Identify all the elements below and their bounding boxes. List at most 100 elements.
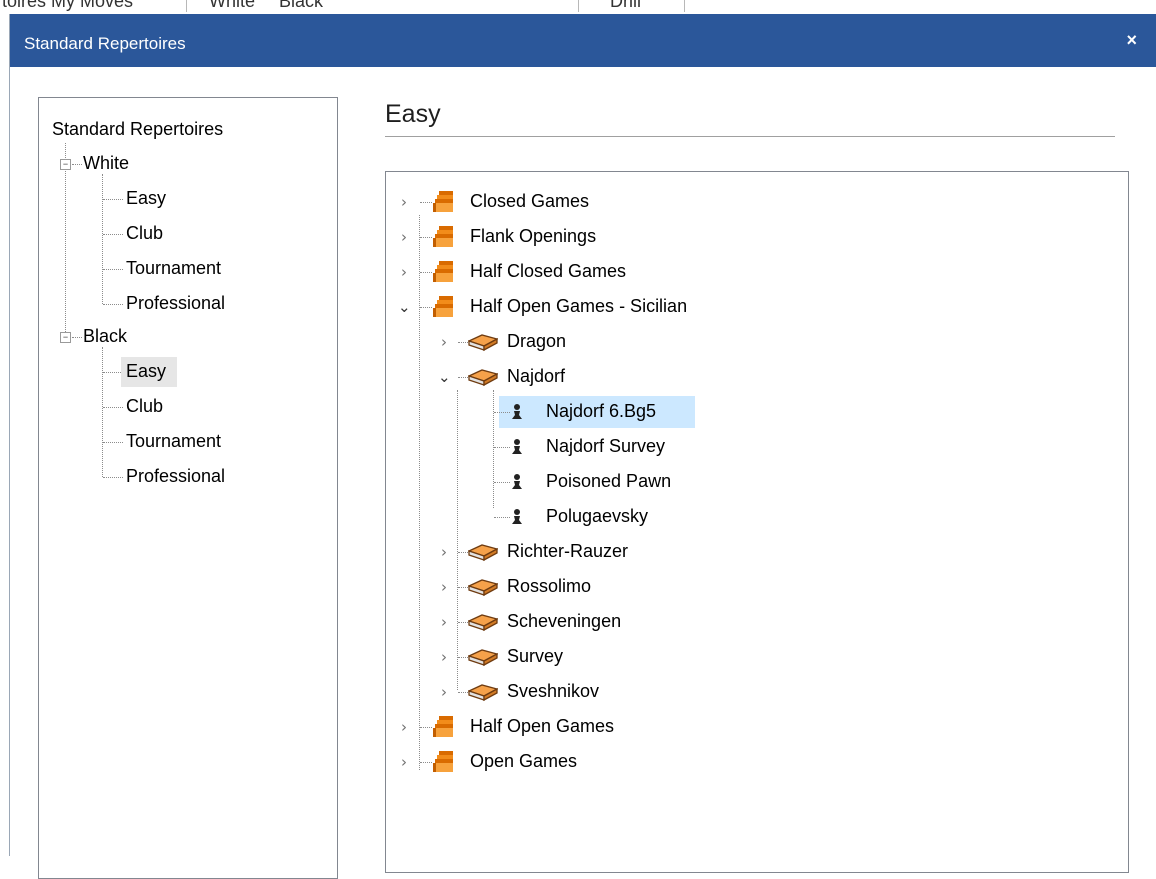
tree-line xyxy=(494,482,510,483)
tree-leaf-polugaevsky[interactable]: Polugaevsky xyxy=(546,505,648,527)
chevron-down-icon[interactable]: ⌄ xyxy=(398,298,411,316)
tree-line xyxy=(457,390,458,690)
tree-group-black[interactable]: Black xyxy=(83,325,127,347)
tree-line xyxy=(458,692,468,693)
tree-subcategory-rossolimo[interactable]: Rossolimo xyxy=(507,575,591,597)
tree-item-white-club[interactable]: Club xyxy=(126,222,163,244)
chevron-right-icon[interactable]: › xyxy=(401,228,407,246)
tree-item-black-club[interactable]: Club xyxy=(126,395,163,417)
tree-item-white-professional[interactable]: Professional xyxy=(126,292,225,314)
chevron-right-icon[interactable]: › xyxy=(441,333,447,351)
tree-line xyxy=(420,727,432,728)
tree-category-flank-openings[interactable]: Flank Openings xyxy=(470,225,596,247)
chevron-right-icon[interactable]: › xyxy=(441,648,447,666)
tree-category-half-open-games[interactable]: Half Open Games xyxy=(470,715,614,737)
chevron-right-icon[interactable]: › xyxy=(401,193,407,211)
collapse-toggle-black[interactable]: − xyxy=(60,332,71,343)
tree-line xyxy=(103,234,123,235)
book-stack-icon xyxy=(433,225,455,254)
tree-subcategory-richter-rauzer[interactable]: Richter-Rauzer xyxy=(507,540,628,562)
tree-item-white-tournament[interactable]: Tournament xyxy=(126,257,221,279)
page-title: Easy xyxy=(385,100,441,128)
book-stack-icon xyxy=(433,260,455,289)
tree-subcategory-najdorf[interactable]: Najdorf xyxy=(507,365,565,387)
tree-line xyxy=(420,307,432,308)
bg-tab-white[interactable]: White xyxy=(209,0,255,12)
open-book-icon xyxy=(467,578,499,602)
tree-line xyxy=(72,164,82,165)
tree-item-white-easy[interactable]: Easy xyxy=(126,187,166,209)
tree-category-half-closed-games[interactable]: Half Closed Games xyxy=(470,260,626,282)
tree-line xyxy=(102,174,103,304)
tree-category-open-games[interactable]: Open Games xyxy=(470,750,577,772)
tree-item-black-tournament[interactable]: Tournament xyxy=(126,430,221,452)
tree-line xyxy=(493,390,494,508)
chevron-right-icon[interactable]: › xyxy=(401,718,407,736)
book-stack-icon xyxy=(433,750,455,779)
open-book-icon xyxy=(467,333,499,357)
open-book-icon xyxy=(467,613,499,637)
bg-tab-black[interactable]: Black xyxy=(279,0,323,12)
bg-separator xyxy=(186,0,187,12)
tree-line xyxy=(458,342,468,343)
book-stack-icon xyxy=(433,295,455,324)
chevron-right-icon[interactable]: › xyxy=(401,263,407,281)
dialog-titlebar[interactable]: Standard Repertoires × xyxy=(10,14,1156,67)
tree-line xyxy=(420,237,432,238)
close-icon[interactable]: × xyxy=(1126,28,1137,52)
tree-line xyxy=(103,199,123,200)
bg-separator xyxy=(578,0,579,12)
pawn-icon xyxy=(510,403,524,426)
pawn-icon xyxy=(510,438,524,461)
tree-line xyxy=(458,587,468,588)
tree-line xyxy=(103,442,123,443)
opening-tree[interactable]: › Closed Games › Flank Openings › Half Closed… xyxy=(385,171,1129,873)
tree-line xyxy=(494,447,510,448)
open-book-icon xyxy=(467,648,499,672)
chevron-right-icon[interactable]: › xyxy=(441,613,447,631)
tree-line xyxy=(102,347,103,477)
collapse-toggle-white[interactable]: − xyxy=(60,159,71,170)
dialog-title: Standard Repertoires xyxy=(24,34,186,53)
tree-category-half-open-games-sicilian[interactable]: Half Open Games - Sicilian xyxy=(470,295,687,317)
heading-divider xyxy=(385,136,1115,137)
tree-line xyxy=(103,372,123,373)
tree-line xyxy=(419,215,420,770)
tree-line xyxy=(458,377,468,378)
open-book-icon xyxy=(467,368,499,392)
tree-category-closed-games[interactable]: Closed Games xyxy=(470,190,589,212)
tree-line xyxy=(420,272,432,273)
tree-line xyxy=(103,477,123,478)
tree-line xyxy=(420,202,432,203)
pawn-icon xyxy=(510,508,524,531)
tree-line xyxy=(494,517,510,518)
chevron-right-icon[interactable]: › xyxy=(441,578,447,596)
tree-subcategory-sveshnikov[interactable]: Sveshnikov xyxy=(507,680,599,702)
chevron-right-icon[interactable]: › xyxy=(401,753,407,771)
bg-tab-drill[interactable]: Drill xyxy=(610,0,641,12)
tree-subcategory-dragon[interactable]: Dragon xyxy=(507,330,566,352)
pawn-icon xyxy=(510,473,524,496)
tree-group-white[interactable]: White xyxy=(83,152,129,174)
tree-line xyxy=(103,269,123,270)
tree-line xyxy=(420,762,432,763)
tree-line xyxy=(65,143,66,338)
tree-leaf-poisoned-pawn[interactable]: Poisoned Pawn xyxy=(546,470,671,492)
book-stack-icon xyxy=(433,190,455,219)
tree-item-black-professional[interactable]: Professional xyxy=(126,465,225,487)
tree-root-label[interactable]: Standard Repertoires xyxy=(52,118,223,140)
tree-line xyxy=(103,407,123,408)
tree-leaf-najdorf-survey[interactable]: Najdorf Survey xyxy=(546,435,665,457)
tree-line xyxy=(72,337,82,338)
bg-tab-my-moves[interactable]: toires My Moves xyxy=(2,0,133,12)
tree-subcategory-scheveningen[interactable]: Scheveningen xyxy=(507,610,621,632)
tree-line xyxy=(458,657,468,658)
chevron-right-icon[interactable]: › xyxy=(441,683,447,701)
tree-leaf-najdorf-6-bg5[interactable]: Najdorf 6.Bg5 xyxy=(546,400,656,422)
chevron-right-icon[interactable]: › xyxy=(441,543,447,561)
chevron-down-icon[interactable]: ⌄ xyxy=(438,368,451,386)
tree-item-black-easy[interactable]: Easy xyxy=(126,360,166,382)
bg-separator xyxy=(684,0,685,12)
tree-subcategory-survey[interactable]: Survey xyxy=(507,645,563,667)
repertoire-tree[interactable]: Standard Repertoires − White Easy Club Tourna… xyxy=(38,97,338,879)
